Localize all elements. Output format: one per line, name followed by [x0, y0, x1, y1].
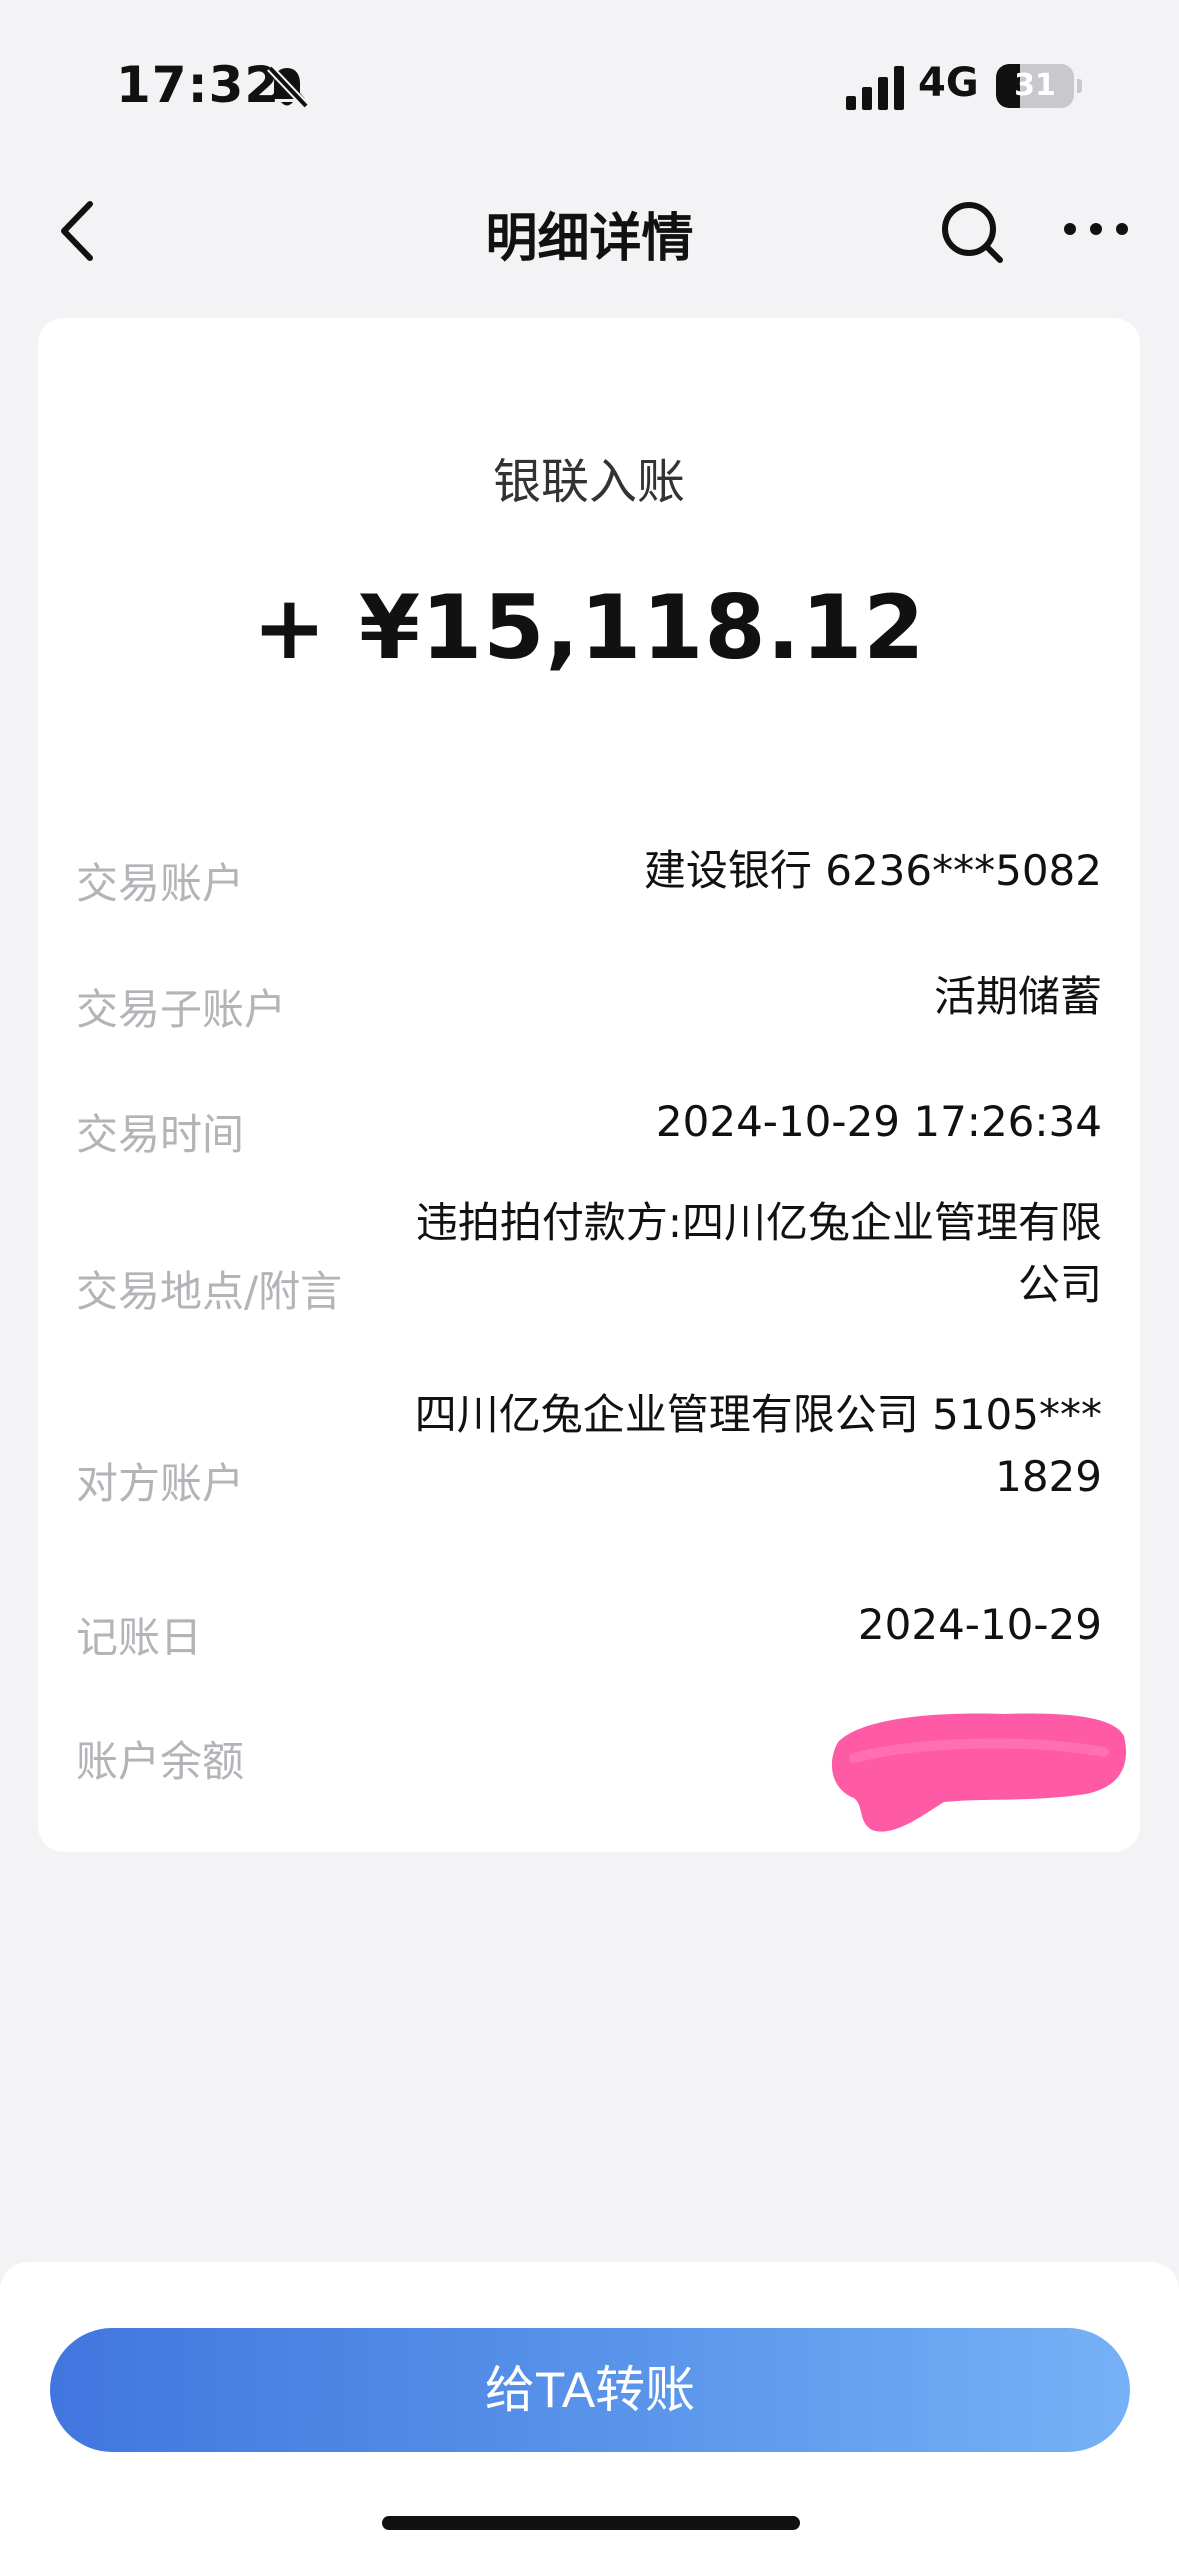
search-icon[interactable]	[936, 196, 1008, 268]
row-label-time: 交易时间	[76, 1110, 245, 1159]
row-value-location-memo-line2: 公司	[1017, 1260, 1102, 1309]
row-value-counterparty: 四川亿兔企业管理有限公司 5105*** 1829	[415, 1384, 1102, 1508]
bottom-action-panel: 给TA转账	[0, 2262, 1179, 2556]
transaction-detail-card: 银联入账 + ¥15,118.12 交易账户 建设银行 6236***5082 …	[38, 318, 1140, 1852]
network-label: 4G	[918, 60, 979, 106]
battery-level: 31	[1014, 68, 1056, 103]
row-value-counterparty-line2: 1829	[995, 1452, 1102, 1501]
status-time: 17:32	[116, 56, 281, 114]
transaction-type: 银联入账	[492, 454, 685, 510]
row-label-sub-account: 交易子账户	[76, 985, 287, 1034]
page: 17:32 4G 31 明细详情 银联入账 + ¥15,118.12 交易账户 …	[0, 0, 1179, 2556]
battery-tip	[1077, 79, 1082, 93]
row-label-account: 交易账户	[76, 859, 245, 908]
row-label-balance: 账户余额	[76, 1737, 245, 1786]
signal-icon	[846, 66, 904, 110]
battery-body: 31	[996, 64, 1074, 108]
row-value-location-memo-line1: 违拍拍付款方:四川亿兔企业管理有限	[415, 1198, 1102, 1247]
row-value-sub-account: 活期储蓄	[933, 972, 1102, 1021]
battery-icon: 31	[996, 64, 1082, 108]
transfer-button[interactable]: 给TA转账	[50, 2328, 1130, 2452]
bell-off-icon	[267, 65, 309, 109]
nav-bar: 明细详情	[0, 170, 1179, 290]
home-indicator[interactable]	[382, 2516, 800, 2530]
row-label-location-memo: 交易地点/附言	[76, 1267, 343, 1316]
status-bar: 17:32 4G 31	[0, 0, 1179, 170]
row-label-posting-date: 记账日	[76, 1613, 203, 1662]
row-value-location-memo: 违拍拍付款方:四川亿兔企业管理有限 公司	[416, 1192, 1102, 1316]
row-value-account: 建设银行 6236***5082	[643, 846, 1102, 895]
row-label-counterparty: 对方账户	[76, 1459, 245, 1508]
row-value-counterparty-line1: 四川亿兔企业管理有限公司 5105***	[414, 1390, 1102, 1439]
row-value-posting-date: 2024-10-29	[857, 1600, 1102, 1649]
more-icon[interactable]	[1060, 214, 1132, 244]
transaction-amount: + ¥15,118.12	[252, 576, 926, 679]
row-value-time: 2024-10-29 17:26:34	[655, 1097, 1102, 1146]
redaction-scribble	[831, 1713, 1127, 1832]
